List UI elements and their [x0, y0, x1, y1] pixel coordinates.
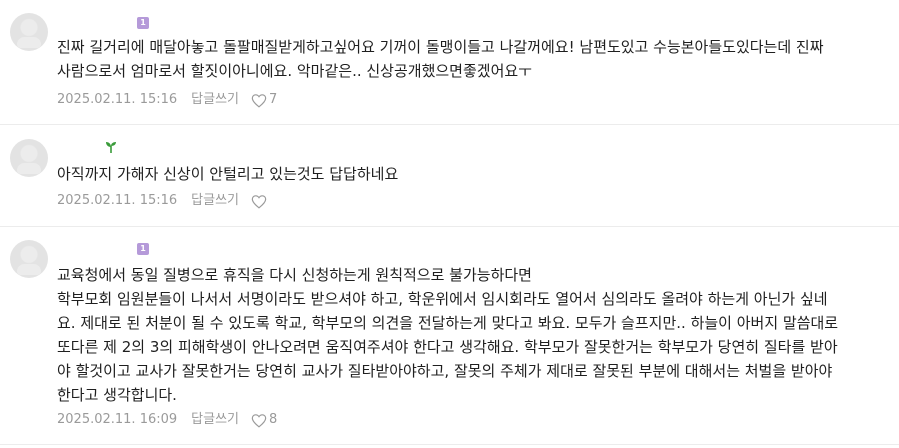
like-button[interactable]: 8: [251, 411, 277, 429]
member-level-badge: 1: [137, 17, 149, 29]
like-button[interactable]: [251, 194, 269, 209]
sprout-icon: [106, 142, 116, 153]
comment-date: 2025.02.11. 16:09: [57, 412, 178, 427]
reply-button[interactable]: 답글쓰기: [191, 411, 239, 429]
reply-button[interactable]: 답글쓰기: [191, 192, 239, 210]
avatar[interactable]: [10, 13, 48, 51]
avatar[interactable]: [10, 240, 48, 278]
comment-date: 2025.02.11. 15:16: [57, 193, 178, 208]
comment-text: 아직까지 가해자 신상이 안털리고 있는것도 답답하네요: [57, 165, 399, 183]
like-count: 7: [269, 92, 278, 107]
comment-meta: 2025.02.11. 15:16 답글쓰기: [57, 192, 269, 210]
divider: [0, 124, 899, 125]
heart-icon: [251, 413, 267, 428]
heart-icon: [251, 194, 267, 209]
member-level-badge: 1: [137, 243, 149, 255]
like-count: 8: [269, 412, 278, 427]
heart-icon: [251, 93, 267, 108]
comment-meta: 2025.02.11. 16:09 답글쓰기 8: [57, 411, 277, 429]
comment-meta: 2025.02.11. 15:16 답글쓰기 7: [57, 91, 277, 109]
comment-text: 진짜 길거리에 매달아놓고 돌팔매질받게하고싶어요 기꺼이 돌맹이들고 나갈꺼에…: [57, 38, 824, 80]
like-button[interactable]: 7: [251, 91, 277, 109]
reply-button[interactable]: 답글쓰기: [191, 91, 239, 109]
divider: [0, 444, 899, 445]
comment-date: 2025.02.11. 15:16: [57, 92, 178, 107]
divider: [0, 226, 899, 227]
comment-text: 교육청에서 동일 질병으로 휴직을 다시 신청하는게 원칙적으로 불가능하다면 …: [57, 266, 839, 404]
avatar[interactable]: [10, 139, 48, 177]
